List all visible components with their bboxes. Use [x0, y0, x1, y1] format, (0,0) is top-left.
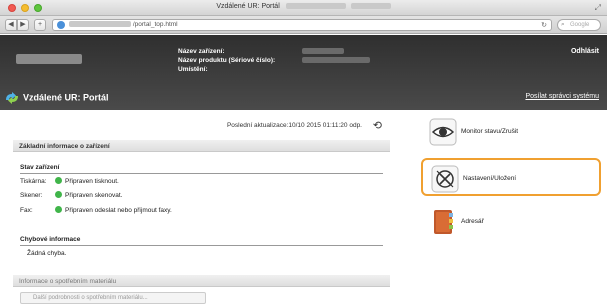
portal-header: Název zařízení: Název produktu (Sériové …	[0, 35, 607, 110]
consumables-header: Informace o spotřebním materiálu	[13, 275, 390, 287]
scanner-status-row: Skener: Připraven skenovat.	[20, 191, 122, 199]
status-monitor-button[interactable]: Monitor stavu/Zrušit	[421, 113, 601, 151]
address-bar[interactable]: /portal_top.html ↻	[52, 19, 552, 31]
ready-status-icon	[55, 177, 62, 184]
consumables-details-button[interactable]: Další podrobnosti o spotřebním materiálu…	[20, 292, 206, 304]
reload-icon[interactable]: ↻	[541, 21, 547, 29]
device-name-label: Název zařízení:	[178, 48, 225, 55]
fax-status: Připraven odeslat nebo přijmout faxy.	[65, 207, 172, 214]
last-updated: Poslední aktualizace:10/10 2015 01:11:20…	[226, 122, 362, 129]
basic-info-header: Základní informace o zařízení	[13, 140, 390, 152]
redacted-block	[69, 21, 131, 28]
portal-title-text: Vzdálené UR: Portál	[23, 92, 109, 103]
device-info: Název zařízení: Název produktu (Sériové …	[178, 47, 370, 74]
printer-label: Tiskárna:	[20, 178, 47, 185]
browser-toolbar: ◀ ▶ + /portal_top.html ↻ ⌕ Google	[0, 16, 607, 34]
redacted-block	[285, 3, 346, 10]
printer-status: Připraven tisknout.	[65, 178, 119, 185]
eye-icon	[429, 118, 457, 146]
brand-logo	[16, 51, 82, 67]
redacted-block	[302, 48, 344, 55]
portal-logo-icon	[6, 92, 18, 104]
refresh-icon[interactable]: ⟲	[373, 119, 382, 132]
settings-button[interactable]: Nastavení/Uložení	[421, 158, 601, 196]
url-text: /portal_top.html	[69, 21, 178, 28]
error-info-heading: Chybové informace	[20, 236, 81, 243]
printer-status-row: Tiskárna: Připraven tisknout.	[20, 177, 119, 185]
redacted-block	[302, 57, 370, 64]
logout-link[interactable]: Odhlásit	[571, 48, 599, 55]
redacted-block	[16, 54, 82, 64]
window-title-text: Vzdálené UR: Portál	[216, 3, 280, 10]
fullscreen-icon[interactable]: ⤢	[595, 3, 601, 13]
back-button[interactable]: ◀	[5, 19, 17, 31]
no-error-text: Žádná chyba.	[27, 250, 67, 257]
fax-status-row: Fax: Připraven odeslat nebo přijmout faxy…	[20, 206, 172, 214]
url-path: /portal_top.html	[132, 21, 178, 28]
address-book-icon	[434, 210, 453, 234]
forward-button[interactable]: ▶	[17, 19, 29, 31]
address-book-label: Adresář	[461, 218, 484, 225]
fax-label: Fax:	[20, 207, 33, 214]
scanner-label: Skener:	[20, 192, 43, 199]
ready-status-icon	[55, 191, 62, 198]
site-globe-icon	[57, 21, 65, 29]
search-input[interactable]: ⌕ Google	[557, 19, 601, 31]
divider	[20, 245, 383, 246]
device-status-heading: Stav zařízení	[20, 164, 60, 171]
window-titlebar: Vzdálené UR: Portál ⤢	[0, 0, 607, 16]
redacted-block	[350, 3, 391, 10]
product-name-label: Název produktu (Sériové číslo):	[178, 57, 276, 64]
search-placeholder: Google	[570, 22, 590, 28]
portal-title: Vzdálené UR: Portál	[4, 91, 109, 105]
divider	[20, 173, 383, 174]
add-bookmark-button[interactable]: +	[34, 19, 46, 31]
settings-icon	[431, 165, 459, 193]
window-title: Vzdálené UR: Portál	[0, 3, 607, 10]
scanner-status: Připraven skenovat.	[65, 192, 123, 199]
status-monitor-label: Monitor stavu/Zrušit	[461, 128, 519, 135]
location-label: Umístění:	[178, 66, 208, 73]
address-book-button[interactable]: Adresář	[421, 203, 601, 241]
ready-status-icon	[55, 206, 62, 213]
main-content: Poslední aktualizace:10/10 2015 01:11:20…	[0, 110, 607, 304]
search-icon: ⌕	[561, 21, 565, 28]
mail-admin-link[interactable]: Posílat správci systému	[525, 93, 599, 100]
settings-label: Nastavení/Uložení	[463, 175, 517, 182]
